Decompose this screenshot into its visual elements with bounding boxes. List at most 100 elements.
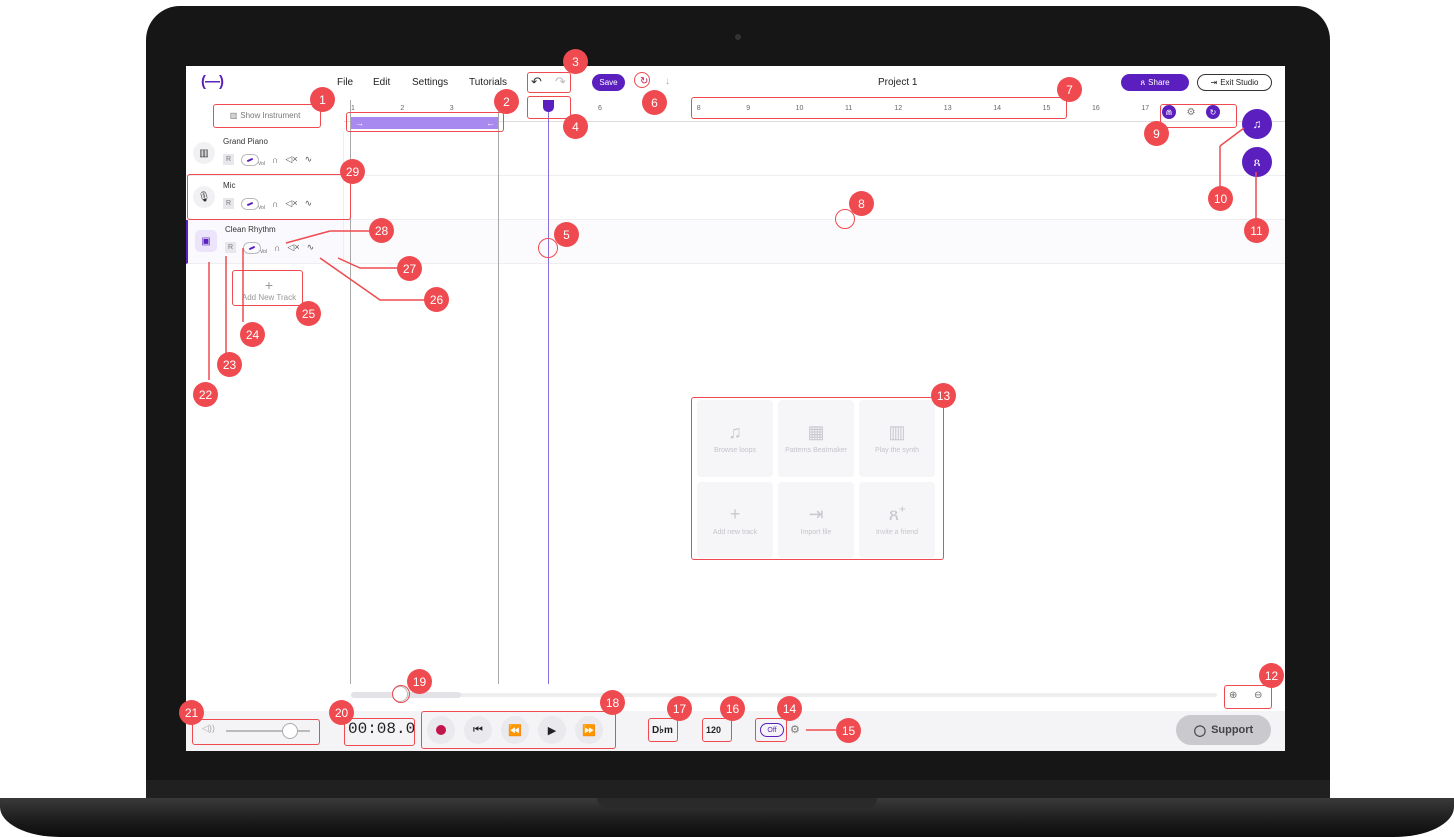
annotation-badge: 10 <box>1208 186 1233 211</box>
ruler-number: 16 <box>1092 105 1100 112</box>
laptop-notch <box>597 798 877 808</box>
volume-label: Vol <box>258 161 265 167</box>
record-arm-button[interactable]: R <box>225 242 236 253</box>
annotation-badge: 16 <box>720 696 745 721</box>
save-button[interactable]: Save <box>592 74 625 91</box>
laptop-hinge <box>146 780 1330 800</box>
highlight-box <box>755 718 787 742</box>
volume-knob[interactable] <box>241 153 259 166</box>
exit-label: Exit Studio <box>1220 78 1259 87</box>
track-header-selected[interactable]: ▣ Clean Rhythm R Vol ∩ ◁× ∿ <box>186 220 344 264</box>
highlight-circle <box>634 72 650 88</box>
track-controls: R Vol ∩ ◁× ∿ <box>225 240 314 255</box>
annotation-badge: 22 <box>193 382 218 407</box>
menu-edit[interactable]: Edit <box>373 77 390 88</box>
headphones-icon[interactable]: ∩ <box>274 243 280 253</box>
highlight-box <box>527 72 571 93</box>
annotation-badge: 24 <box>240 322 265 347</box>
ruler-number: 3 <box>449 105 454 112</box>
annotation-badge: 11 <box>1244 218 1269 243</box>
annotation-badge: 4 <box>563 114 588 139</box>
track-name[interactable]: Clean Rhythm <box>225 225 276 234</box>
people-icon: ጸ <box>1140 77 1146 87</box>
annotation-badge: 1 <box>310 87 335 112</box>
annotation-badge: 29 <box>340 159 365 184</box>
annotation-badge: 26 <box>424 287 449 312</box>
track-header[interactable]: ▥ Grand Piano R Vol ∩ ◁× ∿ <box>186 132 344 176</box>
highlight-box <box>648 718 678 742</box>
highlight-box <box>691 97 1067 119</box>
app-logo[interactable]: (—) <box>201 73 224 90</box>
annotation-badge: 6 <box>642 90 667 115</box>
volume-label: Vol <box>260 249 267 255</box>
menu-file[interactable]: File <box>337 77 353 88</box>
annotation-badge: 25 <box>296 301 321 326</box>
highlight-box <box>421 711 616 749</box>
highlight-circle <box>392 685 410 703</box>
project-title[interactable]: Project 1 <box>878 77 917 88</box>
metronome-settings-icon[interactable]: ⚙ <box>790 723 800 736</box>
exit-icon: ⇥ <box>1210 78 1218 87</box>
highlight-box <box>691 397 944 560</box>
share-button[interactable]: ጸ Share <box>1121 74 1189 91</box>
music-note-icon[interactable]: ♫ <box>1242 109 1272 139</box>
annotation-badge: 2 <box>494 89 519 114</box>
headphones-icon[interactable]: ∩ <box>272 155 278 165</box>
chat-bubble-icon: ◯ <box>1193 724 1207 737</box>
highlight-box <box>527 96 571 119</box>
highlight-box <box>187 174 351 220</box>
mute-icon[interactable]: ◁× <box>285 154 297 165</box>
highlight-box <box>232 270 303 306</box>
highlight-box <box>344 718 415 746</box>
highlight-box <box>192 719 320 745</box>
effects-icon[interactable]: ∿ <box>305 154 313 165</box>
mute-icon[interactable]: ◁× <box>287 242 299 253</box>
ruler-number: 17 <box>1141 105 1150 112</box>
annotation-badge: 28 <box>369 218 394 243</box>
annotation-badge: 5 <box>554 222 579 247</box>
record-arm-button[interactable]: R <box>223 154 234 165</box>
download-icon[interactable]: ↓ <box>665 76 670 87</box>
highlight-box <box>1224 685 1272 709</box>
menu-tutorials[interactable]: Tutorials <box>469 77 507 88</box>
track-lane[interactable] <box>344 132 1285 176</box>
loop-end-line <box>498 100 499 684</box>
annotation-badge: 20 <box>329 700 354 725</box>
annotation-badge: 3 <box>563 49 588 74</box>
annotation-badge: 7 <box>1057 77 1082 102</box>
track-lane[interactable] <box>344 220 1285 264</box>
track-controls: R Vol ∩ ◁× ∿ <box>223 152 312 167</box>
support-button[interactable]: ◯ Support <box>1176 715 1271 745</box>
piano-icon[interactable]: ▥ <box>193 142 215 164</box>
collaborators-icon[interactable]: ጸ <box>1242 147 1272 177</box>
menu-settings[interactable]: Settings <box>412 77 448 88</box>
track-grid[interactable] <box>344 132 1285 266</box>
highlight-box <box>702 718 732 742</box>
track-name[interactable]: Grand Piano <box>223 137 268 146</box>
annotation-badge: 17 <box>667 696 692 721</box>
volume-knob[interactable] <box>243 241 261 254</box>
camera-icon <box>735 34 741 40</box>
support-label: Support <box>1211 724 1254 736</box>
ruler-number: 2 <box>400 105 405 112</box>
annotation-badge: 23 <box>217 352 242 377</box>
top-bar: (—) File Edit Settings Tutorials ↶ ↷ Sav… <box>186 66 1285 100</box>
share-label: Share <box>1148 78 1170 87</box>
playhead[interactable] <box>548 100 549 684</box>
annotation-badge: 21 <box>179 700 204 725</box>
highlight-box <box>1160 104 1237 128</box>
ruler-number: 1 <box>351 105 355 112</box>
annotation-badge: 14 <box>777 696 802 721</box>
highlight-box <box>346 112 504 132</box>
track-lane[interactable] <box>344 176 1285 220</box>
annotation-badge: 19 <box>407 669 432 694</box>
annotation-badge: 12 <box>1259 663 1284 688</box>
highlight-box <box>213 104 321 128</box>
exit-studio-button[interactable]: ⇥ Exit Studio <box>1197 74 1272 91</box>
ruler-number: 6 <box>598 105 602 112</box>
guitar-amp-icon[interactable]: ▣ <box>195 230 217 252</box>
annotation-badge: 13 <box>931 383 956 408</box>
annotation-badge: 8 <box>849 191 874 216</box>
annotation-badge: 27 <box>397 256 422 281</box>
effects-icon[interactable]: ∿ <box>307 242 315 253</box>
